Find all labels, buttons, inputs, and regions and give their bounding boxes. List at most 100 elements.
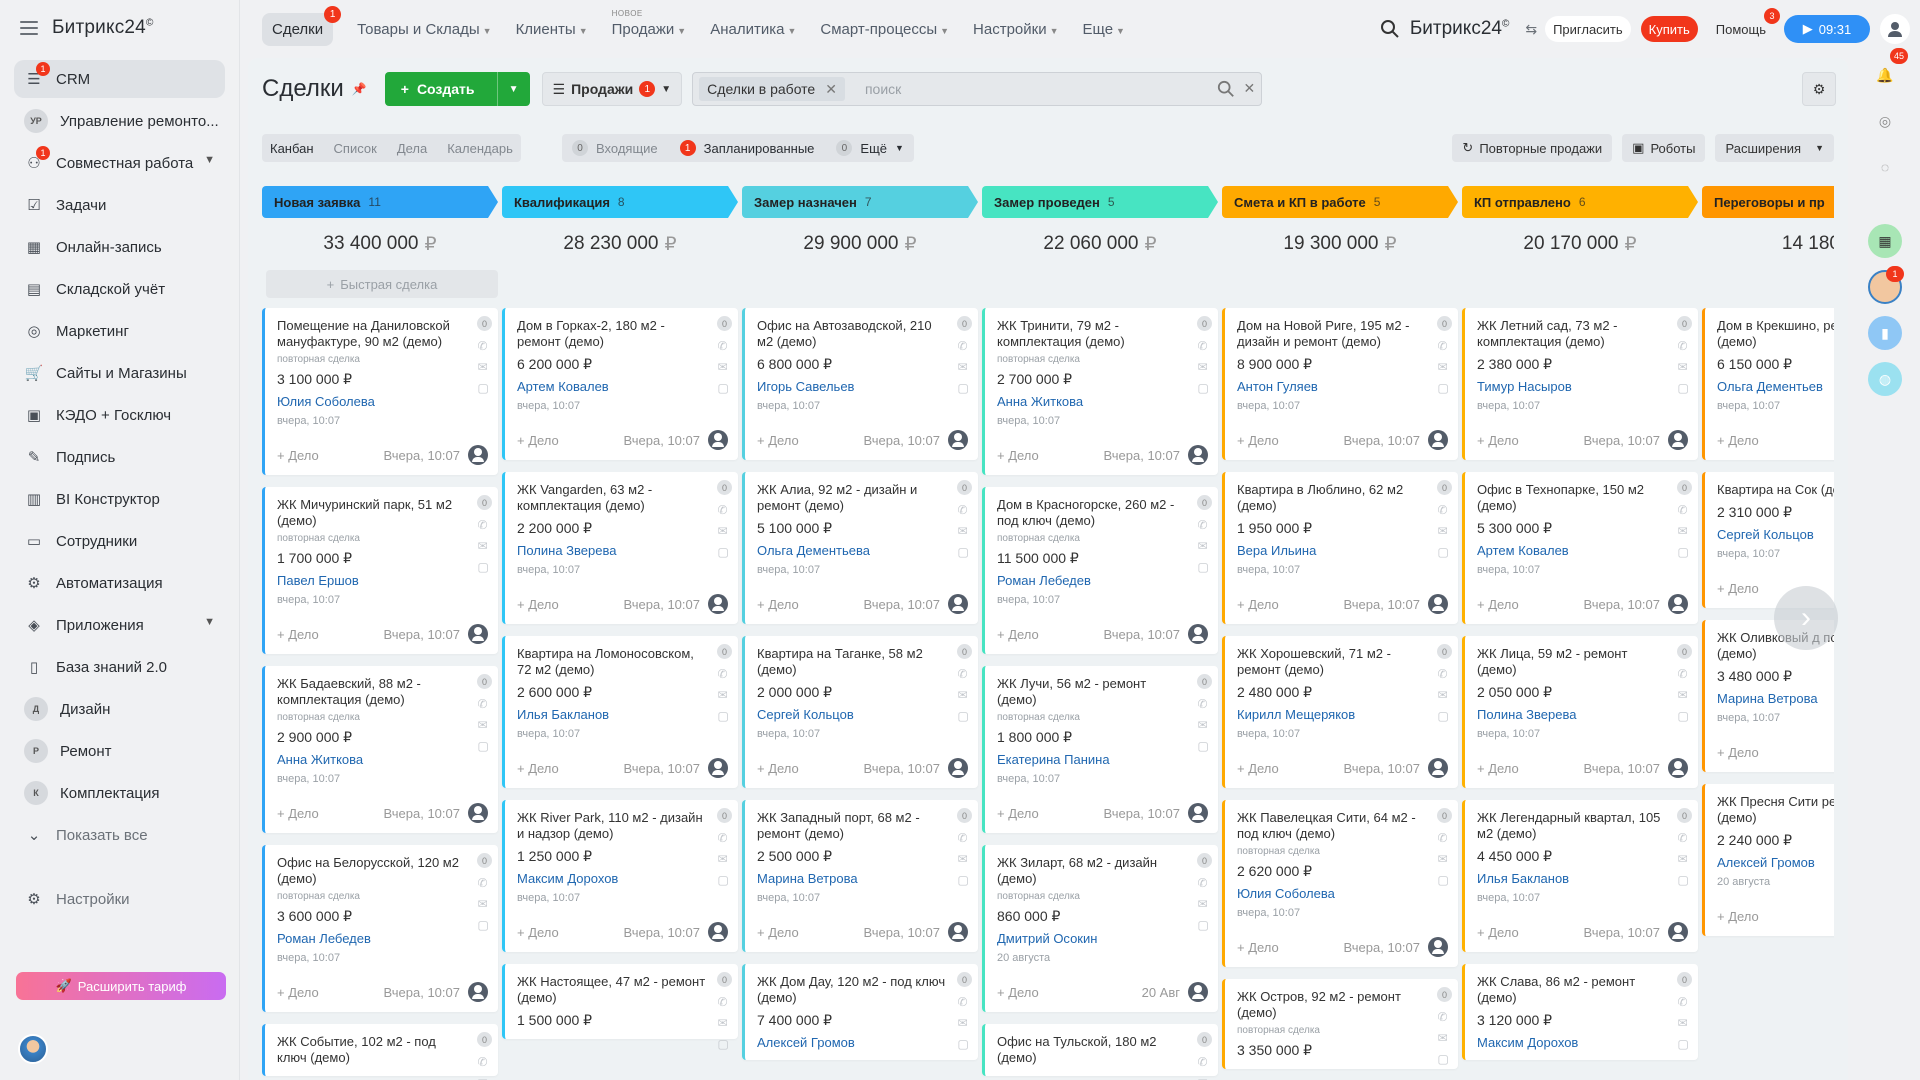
view-tab[interactable]: Канбан	[270, 141, 314, 156]
mail-icon[interactable]: ✉	[478, 898, 492, 910]
mail-icon[interactable]: ✉	[718, 1017, 732, 1029]
search-icon[interactable]	[1380, 19, 1400, 39]
filter-chip[interactable]: Сделки в работе ✕	[699, 77, 845, 101]
bell-icon[interactable]: 🔔 45	[1868, 48, 1908, 92]
worktime-button[interactable]: ▶ 09:31	[1784, 15, 1870, 43]
calendar-widget-icon[interactable]: ▦	[1868, 224, 1902, 258]
sidebar-item[interactable]: ☰ 1 CRM	[14, 60, 225, 98]
deal-title[interactable]: ЖК Дом Дау, 120 м2 - под ключ (демо)	[757, 974, 948, 1006]
activity-count-icon[interactable]: 0	[1197, 674, 1212, 689]
user-avatar[interactable]	[18, 1034, 48, 1064]
deal-contact-link[interactable]: Полина Зверева	[1477, 707, 1668, 722]
add-activity-button[interactable]: + Дело	[1477, 925, 1519, 940]
deal-contact-link[interactable]: Тимур Насыров	[1477, 379, 1668, 394]
deal-contact-link[interactable]: Алексей Громов	[757, 1035, 948, 1050]
deal-card[interactable]: ЖК Легендарный квартал, 105 м2 (демо) 4 4…	[1462, 800, 1698, 952]
chat-bubble-icon[interactable]: ▢	[1678, 710, 1692, 722]
stage-header[interactable]: Замер назначен 7	[742, 186, 978, 218]
responsible-avatar-icon[interactable]	[1668, 758, 1688, 778]
deal-card[interactable]: Офис на Белорусской, 120 м2 (демо) повтор…	[262, 845, 498, 1012]
sidebar-item[interactable]: ✎ Подпись	[14, 438, 225, 476]
activity-count-icon[interactable]: 0	[1677, 972, 1692, 987]
mail-icon[interactable]: ✉	[1678, 853, 1692, 865]
deal-title[interactable]: Квартира на Ломоносовском, 72 м2 (демо)	[517, 646, 708, 678]
deal-card[interactable]: Дом в Горках-2, 180 м2 - ремонт (демо) 6 …	[502, 308, 738, 460]
planned-counter[interactable]: Запланированные	[704, 141, 815, 156]
mail-icon[interactable]: ✉	[1438, 853, 1452, 865]
add-activity-button[interactable]: + Дело	[277, 806, 319, 821]
deal-title[interactable]: ЖК Лица, 59 м2 - ремонт (демо)	[1477, 646, 1668, 678]
responsible-avatar-icon[interactable]	[1668, 594, 1688, 614]
view-tab[interactable]: Список	[334, 141, 377, 156]
quick-deal-button[interactable]: + Быстрая сделка	[266, 270, 498, 298]
nav-tab[interactable]: Клиенты ▼	[516, 21, 588, 38]
deal-card[interactable]: Офис на Автозаводской, 210 м2 (демо) 6 80…	[742, 308, 978, 460]
search-icon[interactable]	[1217, 80, 1235, 98]
activity-count-icon[interactable]: 0	[1437, 644, 1452, 659]
deal-contact-link[interactable]: Павел Ершов	[277, 573, 468, 588]
activity-count-icon[interactable]: 0	[1677, 480, 1692, 495]
nav-tab[interactable]: Еще ▼	[1083, 21, 1125, 38]
deal-contact-link[interactable]: Игорь Савельев	[757, 379, 948, 394]
deal-card[interactable]: ЖК Западный порт, 68 м2 - ремонт (демо) 2…	[742, 800, 978, 952]
phone-icon[interactable]: ✆	[1438, 1011, 1452, 1023]
deal-contact-link[interactable]: Илья Бакланов	[517, 707, 708, 722]
phone-icon[interactable]: ✆	[1678, 996, 1692, 1008]
sidebar-item[interactable]: ☑ Задачи	[14, 186, 225, 224]
deal-title[interactable]: ЖК River Park, 110 м2 - дизайн и надзор …	[517, 810, 708, 842]
deal-title[interactable]: ЖК Слава, 86 м2 - ремонт (демо)	[1477, 974, 1668, 1006]
scroll-right-arrow-icon[interactable]: ›	[1774, 586, 1838, 650]
mail-icon[interactable]: ✉	[478, 719, 492, 731]
phone-icon[interactable]: ✆	[478, 698, 492, 710]
deal-card[interactable]: ЖК Дом Дау, 120 м2 - под ключ (демо) 7 40…	[742, 964, 978, 1060]
deal-card[interactable]: ЖК Vangarden, 63 м2 - комплектация (демо…	[502, 472, 738, 624]
deal-contact-link[interactable]: Дмитрий Осокин	[997, 931, 1188, 946]
mail-icon[interactable]: ✉	[1198, 719, 1212, 731]
phone-icon[interactable]: ✆	[718, 668, 732, 680]
responsible-avatar-icon[interactable]	[948, 758, 968, 778]
responsible-avatar-icon[interactable]	[468, 803, 488, 823]
mail-icon[interactable]: ✉	[1198, 898, 1212, 910]
chat-bubble-icon[interactable]: ▢	[1198, 382, 1212, 394]
mail-icon[interactable]: ✉	[958, 361, 972, 373]
phone-icon[interactable]: ✆	[1678, 832, 1692, 844]
deal-title[interactable]: ЖК Vangarden, 63 м2 - комплектация (демо…	[517, 482, 708, 514]
phone-icon[interactable]: ✆	[478, 340, 492, 352]
mail-icon[interactable]: ✉	[1678, 361, 1692, 373]
deal-card[interactable]: ЖК Лица, 59 м2 - ремонт (демо) 2 050 000 …	[1462, 636, 1698, 788]
activity-count-icon[interactable]: 0	[957, 316, 972, 331]
mail-icon[interactable]: ✉	[1678, 689, 1692, 701]
deal-contact-link[interactable]: Максим Дорохов	[517, 871, 708, 886]
responsible-avatar-icon[interactable]	[1428, 594, 1448, 614]
deal-card[interactable]: ЖК Слава, 86 м2 - ремонт (демо) 3 120 000…	[1462, 964, 1698, 1060]
deal-card[interactable]: Дом на Новой Риге, 195 м2 - дизайн и рем…	[1222, 308, 1458, 460]
search-input[interactable]	[864, 81, 1035, 97]
target-icon[interactable]: ◎	[1868, 104, 1902, 138]
deal-contact-link[interactable]: Юлия Соболева	[277, 394, 468, 409]
add-activity-button[interactable]: + Дело	[757, 761, 799, 776]
deal-contact-link[interactable]: Артем Ковалев	[517, 379, 708, 394]
deal-card[interactable]: ЖК Алиа, 92 м2 - дизайн и ремонт (демо) 5…	[742, 472, 978, 624]
activity-count-icon[interactable]: 0	[1197, 853, 1212, 868]
stage-header[interactable]: КП отправлено 6	[1462, 186, 1698, 218]
activity-count-icon[interactable]: 0	[1437, 808, 1452, 823]
gear-icon[interactable]: ⚙	[1802, 72, 1836, 106]
deal-card[interactable]: Офис на Тульской, 180 м2 (демо)0✆✉▢	[982, 1024, 1218, 1080]
deal-contact-link[interactable]: Екатерина Панина	[997, 752, 1188, 767]
deal-card[interactable]: ЖК Зиларт, 68 м2 - дизайн (демо) повторна…	[982, 845, 1218, 1012]
deal-contact-link[interactable]: Сергей Кольцов	[1717, 527, 1834, 542]
close-icon[interactable]: ✕	[825, 81, 837, 98]
deal-contact-link[interactable]: Максим Дорохов	[1477, 1035, 1668, 1050]
nav-tab[interactable]: Смарт-процессы ▼	[820, 21, 949, 38]
responsible-avatar-icon[interactable]	[708, 758, 728, 778]
mail-icon[interactable]: ✉	[958, 1017, 972, 1029]
deal-title[interactable]: Дом в Красногорске, 260 м2 - под ключ (д…	[997, 497, 1188, 529]
sidebar-item[interactable]: Р Ремонт	[14, 732, 225, 770]
activity-count-icon[interactable]: 0	[1197, 316, 1212, 331]
deal-title[interactable]: Квартира на Таганке, 58 м2 (демо)	[757, 646, 948, 678]
chat-bubble-icon[interactable]: ▢	[478, 919, 492, 931]
nav-tab[interactable]: Товары и Склады ▼	[357, 21, 491, 38]
chat-bubble-icon[interactable]: ▢	[958, 546, 972, 558]
pin-icon[interactable]: 📌	[352, 82, 367, 96]
phone-icon[interactable]: ✆	[478, 877, 492, 889]
